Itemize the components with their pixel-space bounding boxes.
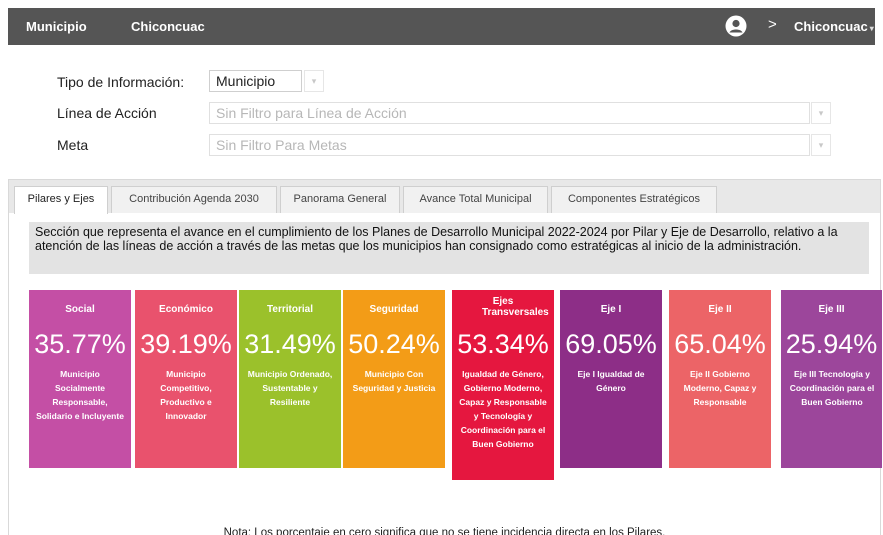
card-eje-i[interactable]: Eje I 69.05% Eje I Igualdad de Género [560,290,662,468]
card-title: Eje I [600,304,622,315]
footnote: Nota: Los porcentaje en cero significa q… [223,527,666,535]
user-menu[interactable]: Chiconcuac ▾ [794,19,874,34]
card-eje-iii[interactable]: Eje III 25.94% Eje III Tecnología y Coor… [781,290,882,468]
tab-contribucion-agenda-2030[interactable]: Contribución Agenda 2030 [111,186,277,213]
card-title: Seguridad [369,304,419,315]
card-title: Económico [159,304,213,315]
tipo-informacion-value: Municipio [216,73,276,89]
meta-value: Sin Filtro Para Metas [216,137,347,153]
card-territorial[interactable]: Territorial 31.49% Municipio Ordenado, S… [239,290,341,468]
tipo-informacion-label: Tipo de Información: [57,74,185,90]
card-percent: 31.49% [244,329,336,359]
card-detail: Eje II Gobierno Moderno, Capaz y Respons… [683,369,757,407]
tab-panel: Pilares y Ejes Contribución Agenda 2030 … [8,179,882,535]
card-percent: 39.19% [140,329,232,359]
card-detail: Igualdad de Género, Gobierno Moderno, Ca… [459,369,547,449]
user-avatar-icon[interactable] [725,15,747,37]
tabs-bar: Pilares y Ejes Contribución Agenda 2030 … [9,180,880,214]
breadcrumb-chevron-icon: > [768,16,777,33]
card-detail: Municipio Con Seguridad y Justicia [352,369,436,393]
card-title: Social [65,304,95,315]
card-percent: 35.77% [34,329,126,359]
tipo-informacion-dropdown-button[interactable]: ▾ [304,70,324,92]
tab-componentes-estrategicos[interactable]: Componentes Estratégicos [551,186,717,213]
card-percent: 53.34% [457,329,549,359]
card-detail: Eje III Tecnología y Coordinación para e… [789,369,875,407]
card-seguridad[interactable]: Seguridad 50.24% Municipio Con Seguridad… [343,290,445,468]
meta-dropdown-button[interactable]: ▾ [811,134,831,156]
card-title: Territorial [267,304,313,315]
card-detail: Eje I Igualdad de Género [577,369,645,393]
card-detail: Municipio Ordenado, Sustentable y Resili… [247,369,333,407]
card-detail: Municipio Competitivo, Productivo e Inno… [160,369,212,421]
card-detail: Municipio Socialmente Responsable, Solid… [36,369,124,421]
brand-label[interactable]: Municipio [26,19,87,34]
card-ejes-transversales[interactable]: Ejes Transversales 53.34% Igualdad de Gé… [452,290,554,480]
caret-down-icon: ▾ [869,24,874,33]
meta-select[interactable]: Sin Filtro Para Metas [209,134,810,156]
card-title: Eje II [708,304,732,315]
card-social[interactable]: Social 35.77% Municipio Socialmente Resp… [29,290,131,468]
tipo-informacion-select[interactable]: Municipio [209,70,302,92]
card-title: Ejes Transversales [482,296,549,318]
tab-pilares-ejes[interactable]: Pilares y Ejes [14,186,108,214]
linea-accion-label: Línea de Acción [57,105,157,121]
card-title: Eje III [818,304,845,315]
card-percent: 69.05% [565,329,657,359]
meta-label: Meta [57,137,89,153]
linea-accion-dropdown-button[interactable]: ▾ [811,102,831,124]
section-description: Sección que representa el avance en el c… [29,222,869,274]
card-economico[interactable]: Económico 39.19% Municipio Competitivo, … [135,290,237,468]
municipality-label[interactable]: Chiconcuac [131,19,205,34]
card-percent: 25.94% [785,329,878,359]
card-eje-ii[interactable]: Eje II 65.04% Eje II Gobierno Moderno, C… [669,290,771,468]
tab-panorama-general[interactable]: Panorama General [280,186,400,213]
linea-accion-value: Sin Filtro para Línea de Acción [216,105,407,121]
top-navbar: Municipio Chiconcuac > Chiconcuac ▾ [8,8,875,45]
linea-accion-select[interactable]: Sin Filtro para Línea de Acción [209,102,810,124]
card-percent: 50.24% [348,329,440,359]
card-percent: 65.04% [674,329,766,359]
user-menu-label: Chiconcuac [794,19,868,34]
tab-avance-total-municipal[interactable]: Avance Total Municipal [403,186,548,213]
